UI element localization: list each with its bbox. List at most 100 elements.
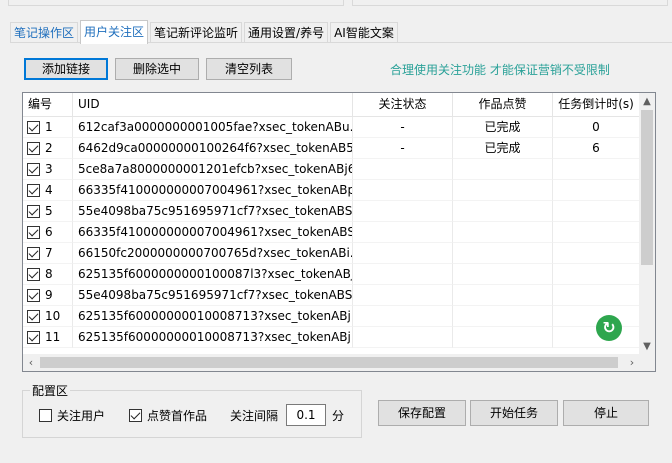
cell-number: 7 — [23, 243, 73, 264]
row-number: 10 — [45, 309, 61, 323]
table-body: 1 612caf3a0000000001005fae?xsec_tokenABu.… — [23, 117, 640, 348]
tab-note-operations[interactable]: 笔记操作区 — [10, 22, 79, 43]
like-first-work-label: 点赞首作品 — [147, 409, 208, 423]
cell-follow-status — [353, 285, 453, 306]
scroll-right-icon[interactable]: › — [624, 354, 640, 371]
row-select-checkbox[interactable] — [27, 183, 40, 197]
cell-like-status: 已完成 — [453, 117, 553, 138]
row-number: 1 — [45, 120, 53, 134]
table-row[interactable]: 1 612caf3a0000000001005fae?xsec_tokenABu.… — [23, 117, 640, 138]
cell-follow-status — [353, 306, 453, 327]
cell-uid: 55e4098ba75c951695971cf7?xsec_tokenABS..… — [73, 285, 353, 306]
cell-like-status: 已完成 — [453, 138, 553, 159]
table-row[interactable]: 6 66335f410000000007004961?xsec_tokenABS.… — [23, 222, 640, 243]
scroll-left-icon[interactable]: ‹ — [23, 354, 39, 371]
cell-uid: 66335f410000000007004961?xsec_tokenABS..… — [73, 222, 353, 243]
horizontal-scroll-thumb[interactable] — [40, 357, 618, 368]
delete-selected-button[interactable]: 删除选中 — [115, 58, 199, 80]
top-panel-left — [8, 0, 344, 6]
cell-like-status — [453, 180, 553, 201]
row-number: 7 — [45, 246, 53, 260]
table-row[interactable]: 7 66150fc2000000000700765d?xsec_tokenABi.… — [23, 243, 640, 264]
column-header-follow-status[interactable]: 关注状态 — [353, 93, 453, 117]
table-row[interactable]: 9 55e4098ba75c951695971cf7?xsec_tokenABS.… — [23, 285, 640, 306]
cell-number: 3 — [23, 159, 73, 180]
cell-number: 11 — [23, 327, 73, 348]
cell-follow-status: - — [353, 117, 453, 138]
row-select-checkbox[interactable] — [27, 120, 40, 134]
scroll-up-icon[interactable]: ▲ — [639, 95, 655, 109]
table-row[interactable]: 11 625135f60000000010008713?xsec_tokenABj… — [23, 327, 640, 348]
config-group-title: 配置区 — [30, 382, 71, 399]
vertical-scrollbar[interactable]: ▲ ▼ — [639, 93, 655, 356]
row-number: 11 — [45, 330, 61, 344]
row-number: 5 — [45, 204, 53, 218]
column-header-number[interactable]: 编号 — [23, 93, 73, 117]
cell-follow-status — [353, 222, 453, 243]
tab-user-follow[interactable]: 用户关注区 — [80, 20, 149, 44]
cell-follow-status — [353, 201, 453, 222]
column-header-uid[interactable]: UID — [73, 93, 353, 117]
row-select-checkbox[interactable] — [27, 204, 40, 218]
cell-like-status — [453, 222, 553, 243]
clear-list-button[interactable]: 清空列表 — [206, 58, 292, 80]
cell-follow-status — [353, 243, 453, 264]
tab-ai-copywriting[interactable]: AI智能文案 — [330, 22, 398, 43]
usage-notice: 合理使用关注功能 才能保证营销不受限制 — [390, 63, 610, 77]
cell-follow-status — [353, 327, 453, 348]
tab-general-settings[interactable]: 通用设置/养号 — [244, 22, 329, 43]
stop-button[interactable]: 停止 — [563, 400, 649, 426]
table-row[interactable]: 10 625135f60000000010008713?xsec_tokenABj… — [23, 306, 640, 327]
like-first-work-checkbox[interactable] — [129, 409, 142, 422]
column-header-countdown[interactable]: 任务倒计时(s) — [553, 93, 640, 117]
cell-follow-status: - — [353, 138, 453, 159]
cell-like-status — [453, 264, 553, 285]
follow-user-label: 关注用户 — [57, 409, 106, 423]
tab-new-comment-monitor[interactable]: 笔记新评论监听 — [150, 22, 243, 43]
vertical-scroll-thumb[interactable] — [641, 110, 653, 265]
row-select-checkbox[interactable] — [27, 162, 40, 176]
row-number: 8 — [45, 267, 53, 281]
add-link-button[interactable]: 添加链接 — [24, 58, 108, 80]
top-panel-right — [352, 0, 668, 6]
start-task-button[interactable]: 开始任务 — [470, 400, 558, 426]
user-table: 编号 UID 关注状态 作品点赞 任务倒计时(s) 1 612caf3a00000… — [22, 92, 656, 372]
cell-follow-status — [353, 264, 453, 285]
row-select-checkbox[interactable] — [27, 141, 40, 155]
table-row[interactable]: 3 5ce8a7a8000000001201efcb?xsec_tokenABj6… — [23, 159, 640, 180]
save-config-button[interactable]: 保存配置 — [378, 400, 466, 426]
horizontal-scrollbar[interactable]: ‹ › — [23, 354, 640, 371]
row-number: 6 — [45, 225, 53, 239]
cell-number: 6 — [23, 222, 73, 243]
row-select-checkbox[interactable] — [27, 288, 40, 302]
cell-number: 9 — [23, 285, 73, 306]
table-header: 编号 UID 关注状态 作品点赞 任务倒计时(s) — [23, 93, 640, 117]
cell-uid: 5ce8a7a8000000001201efcb?xsec_tokenABj6.… — [73, 159, 353, 180]
row-select-checkbox[interactable] — [27, 330, 40, 344]
top-strip — [0, 0, 672, 8]
follow-user-checkbox[interactable] — [39, 409, 52, 422]
row-select-checkbox[interactable] — [27, 309, 40, 323]
row-select-checkbox[interactable] — [27, 267, 40, 281]
cell-number: 5 — [23, 201, 73, 222]
row-select-checkbox[interactable] — [27, 225, 40, 239]
cell-countdown: 0 — [553, 117, 640, 138]
like-first-work-option[interactable]: 点赞首作品 — [129, 407, 207, 424]
follow-interval-input[interactable]: 0.1 — [286, 404, 326, 426]
cell-like-status — [453, 201, 553, 222]
cell-countdown — [553, 201, 640, 222]
cell-number: 4 — [23, 180, 73, 201]
row-select-checkbox[interactable] — [27, 246, 40, 260]
column-header-like-status[interactable]: 作品点赞 — [453, 93, 553, 117]
table-row[interactable]: 2 6462d9ca00000000100264f6?xsec_tokenAB5.… — [23, 138, 640, 159]
cell-uid: 625135f6000000000100087l3?xsec_tokenABj.… — [73, 264, 353, 285]
cell-uid: 612caf3a0000000001005fae?xsec_tokenABu..… — [73, 117, 353, 138]
scroll-down-icon[interactable]: ▼ — [639, 340, 655, 354]
follow-user-option[interactable]: 关注用户 — [39, 407, 105, 424]
refresh-icon[interactable]: ↻ — [596, 315, 622, 341]
table-row[interactable]: 8 625135f6000000000100087l3?xsec_tokenABj… — [23, 264, 640, 285]
table-row[interactable]: 5 55e4098ba75c951695971cf7?xsec_tokenABS.… — [23, 201, 640, 222]
table-row[interactable]: 4 66335f410000000007004961?xsec_tokenABp.… — [23, 180, 640, 201]
row-number: 9 — [45, 288, 53, 302]
scroll-corner — [639, 354, 655, 371]
